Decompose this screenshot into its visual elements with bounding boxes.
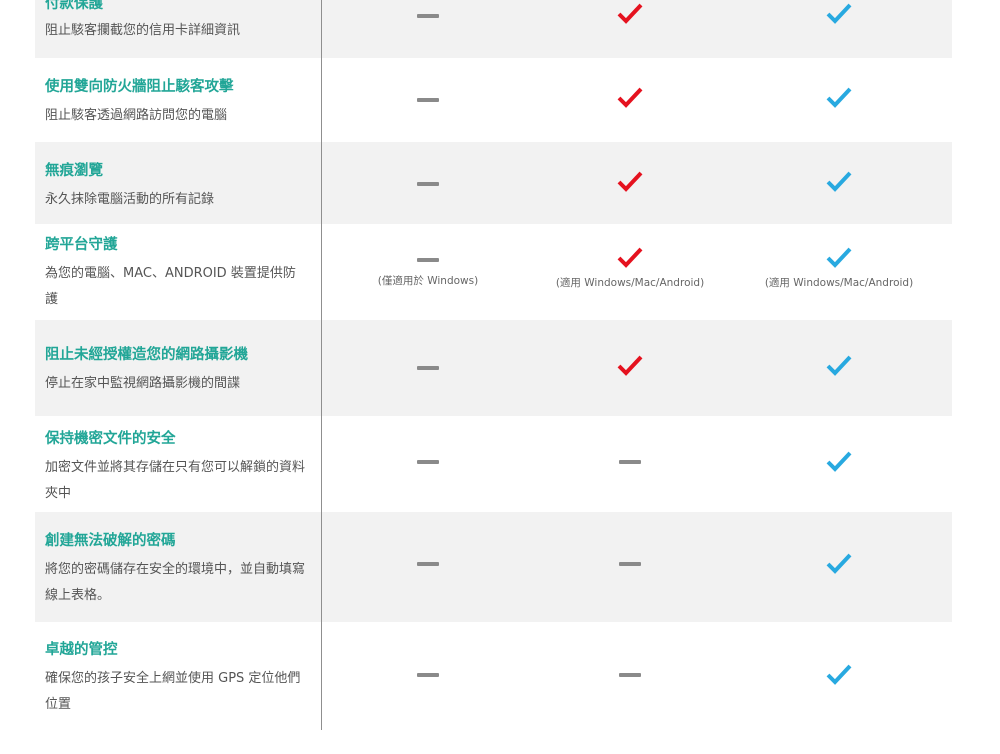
included-check-icon: [826, 451, 852, 472]
feature-title: 創建無法破解的密碼: [45, 533, 176, 549]
feature-title: 無痕瀏覽: [45, 163, 103, 179]
plan-2-cell: [530, 86, 730, 110]
included-check-icon: [826, 3, 852, 24]
feature-row-two-way-firewall: 使用雙向防火牆阻止駭客攻擊 阻止駭客透過網路訪問您的電腦: [35, 58, 952, 142]
included-check-icon: [617, 87, 643, 108]
plan-3-cell: [739, 552, 939, 576]
plan-2-cell: [530, 2, 730, 26]
plan-2-cell: [530, 661, 730, 687]
plan-2-cell: [530, 170, 730, 194]
included-check-icon: [826, 664, 852, 685]
not-included-dash: [417, 98, 439, 102]
not-included-dash: [417, 460, 439, 464]
plan-1-cell: [328, 448, 528, 474]
included-check-icon: [617, 247, 643, 268]
plan-1-cell: [328, 2, 528, 28]
feature-row-cross-platform: 跨平台守護 為您的電腦、MAC、ANDROID 裝置提供防護 (僅適用於 Win…: [35, 224, 952, 320]
not-included-dash: [417, 182, 439, 186]
not-included-dash: [417, 673, 439, 677]
plan-1-cell: [328, 170, 528, 196]
feature-title: 保持機密文件的安全: [45, 431, 176, 447]
plan-3-cell: [739, 170, 939, 194]
column-divider: [321, 0, 322, 730]
included-check-icon: [826, 355, 852, 376]
feature-detail: 阻止駭客攔截您的信用卡詳細資訊: [45, 23, 241, 38]
feature-title: 使用雙向防火牆阻止駭客攻擊: [45, 79, 234, 95]
feature-title: 卓越的管控: [45, 642, 118, 658]
feature-detail: 停止在家中監視網路攝影機的間諜: [45, 376, 241, 391]
feature-detail: 加密文件並將其存儲在只有您可以解鎖的資料夾中: [45, 460, 306, 501]
plan-3-cell: (適用 Windows/Mac/Android): [739, 246, 939, 290]
included-check-icon: [826, 247, 852, 268]
plan-1-cell: [328, 354, 528, 380]
included-check-icon: [617, 3, 643, 24]
feature-description: 創建無法破解的密碼 將您的密碼儲存在安全的環境中，並自動填寫線上表格。: [45, 531, 315, 609]
plan-1-cell: (僅適用於 Windows): [328, 246, 528, 288]
feature-row-webcam-protection: 阻止未經授權造您的網路攝影機 停止在家中監視網路攝影機的間諜: [35, 320, 952, 416]
plan-1-cell: [328, 661, 528, 687]
included-check-icon: [826, 171, 852, 192]
feature-detail: 永久抹除電腦活動的所有記錄: [45, 192, 215, 207]
feature-detail: 為您的電腦、MAC、ANDROID 裝置提供防護: [45, 266, 296, 307]
feature-description: 阻止未經授權造您的網路攝影機 停止在家中監視網路攝影機的間諜: [45, 345, 315, 397]
plan-3-cell: [739, 663, 939, 687]
included-check-icon: [617, 171, 643, 192]
feature-description: 跨平台守護 為您的電腦、MAC、ANDROID 裝置提供防護: [45, 235, 315, 313]
platform-note: (適用 Windows/Mac/Android): [764, 277, 914, 289]
included-check-icon: [617, 355, 643, 376]
not-included-dash: [417, 562, 439, 566]
not-included-dash: [417, 14, 439, 18]
feature-detail: 將您的密碼儲存在安全的環境中，並自動填寫線上表格。: [45, 562, 306, 603]
feature-description: 付款保護 阻止駭客攔截您的信用卡詳細資訊: [45, 0, 315, 44]
feature-title: 付款保護: [45, 0, 103, 12]
feature-row-file-encryption: 保持機密文件的安全 加密文件並將其存儲在只有您可以解鎖的資料夾中: [35, 416, 952, 512]
feature-row-password-manager: 創建無法破解的密碼 將您的密碼儲存在安全的環境中，並自動填寫線上表格。: [35, 512, 952, 622]
plan-3-cell: [739, 2, 939, 26]
feature-description: 使用雙向防火牆阻止駭客攻擊 阻止駭客透過網路訪問您的電腦: [45, 77, 315, 129]
feature-title: 跨平台守護: [45, 237, 118, 253]
feature-detail: 阻止駭客透過網路訪問您的電腦: [45, 108, 228, 123]
plan-3-cell: [739, 86, 939, 110]
not-included-dash: [417, 258, 439, 262]
not-included-dash: [417, 366, 439, 370]
feature-description: 無痕瀏覽 永久抹除電腦活動的所有記錄: [45, 161, 315, 213]
feature-row-private-browsing: 無痕瀏覽 永久抹除電腦活動的所有記錄: [35, 142, 952, 224]
not-included-dash: [619, 562, 641, 566]
not-included-dash: [619, 673, 641, 677]
platform-note: (僅適用於 Windows): [377, 275, 479, 287]
platform-note: (適用 Windows/Mac/Android): [555, 277, 705, 289]
plan-3-cell: [739, 354, 939, 378]
feature-row-parental-control: 卓越的管控 確保您的孩子安全上網並使用 GPS 定位他們位置: [35, 622, 952, 732]
plan-1-cell: [328, 86, 528, 112]
plan-3-cell: [739, 450, 939, 474]
plan-2-cell: [530, 448, 730, 474]
feature-detail: 確保您的孩子安全上網並使用 GPS 定位他們位置: [45, 671, 301, 712]
not-included-dash: [619, 460, 641, 464]
feature-row-payment-protection: 付款保護 阻止駭客攔截您的信用卡詳細資訊: [35, 0, 952, 58]
included-check-icon: [826, 553, 852, 574]
plan-2-cell: [530, 550, 730, 576]
feature-description: 卓越的管控 確保您的孩子安全上網並使用 GPS 定位他們位置: [45, 640, 315, 718]
included-check-icon: [826, 87, 852, 108]
plan-2-cell: [530, 354, 730, 378]
feature-title: 阻止未經授權造您的網路攝影機: [45, 347, 248, 363]
feature-description: 保持機密文件的安全 加密文件並將其存儲在只有您可以解鎖的資料夾中: [45, 429, 315, 507]
plan-2-cell: (適用 Windows/Mac/Android): [530, 246, 730, 290]
plan-1-cell: [328, 550, 528, 576]
